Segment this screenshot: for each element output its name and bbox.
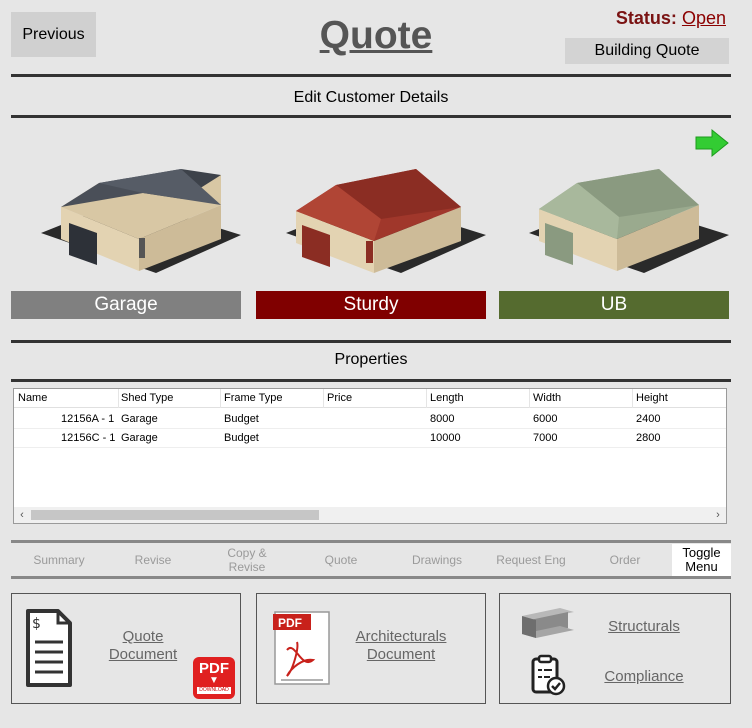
table-row[interactable]: 12156A - 1 Garage Budget 8000 6000 2400: [14, 410, 726, 429]
architecturals-line2: Document: [366, 646, 436, 663]
architecturals-line1: Architecturals: [355, 628, 447, 645]
nav-quote[interactable]: Quote: [300, 544, 382, 576]
column-header-name[interactable]: Name: [18, 392, 47, 404]
toggle-menu-line1: Toggle: [682, 545, 721, 560]
cell-shed-type: Garage: [121, 413, 158, 425]
column-header-length[interactable]: Length: [430, 392, 464, 404]
cell-height: 2800: [636, 432, 661, 444]
column-header-frame-type[interactable]: Frame Type: [224, 392, 283, 404]
properties-table[interactable]: Name Shed Type Frame Type Price Length W…: [13, 388, 727, 524]
nav-drawings[interactable]: Drawings: [396, 544, 478, 576]
page-title: Quote: [319, 14, 433, 57]
cell-length: 8000: [430, 413, 455, 425]
properties-heading: Properties: [334, 351, 408, 368]
cell-width: 6000: [533, 413, 558, 425]
column-header-width[interactable]: Width: [533, 392, 561, 404]
cell-height: 2400: [636, 413, 661, 425]
download-label: DOWNLOAD: [197, 687, 231, 694]
cell-name: 12156C - 1: [61, 432, 116, 444]
garage-shed-image: [41, 169, 241, 273]
scrollbar-thumb[interactable]: [31, 510, 319, 520]
nav-divider: [11, 540, 731, 543]
nav-copy-revise-line2: Revise: [228, 560, 266, 574]
pdf-download-icon[interactable]: PDF ▼ DOWNLOAD: [193, 657, 235, 699]
scroll-left-icon[interactable]: ‹: [14, 507, 30, 523]
divider: [11, 115, 731, 118]
cell-shed-type: Garage: [121, 432, 158, 444]
horizontal-scrollbar[interactable]: ‹ ›: [14, 507, 726, 523]
pdf-document-icon: PDF: [273, 611, 330, 685]
column-header-price[interactable]: Price: [327, 392, 352, 404]
toggle-menu-button[interactable]: Toggle Menu: [672, 544, 731, 576]
shed-label-ub: UB: [499, 291, 729, 319]
down-arrow-icon: ▼: [209, 675, 219, 686]
quote-document-panel: $ Quote Document PDF ▼ DOWNLOAD: [11, 593, 241, 704]
cell-frame-type: Budget: [224, 413, 259, 425]
table-header-row: Name Shed Type Frame Type Price Length W…: [14, 389, 726, 408]
nav-divider: [11, 576, 731, 579]
shed-label-sturdy: Sturdy: [256, 291, 486, 319]
quote-document-line1: Quote: [122, 628, 164, 645]
cell-width: 7000: [533, 432, 558, 444]
steel-beam-icon: [522, 608, 574, 638]
nav-copy-revise[interactable]: Copy & Revise: [206, 544, 288, 576]
quote-document-link[interactable]: Quote Document: [108, 628, 178, 664]
toggle-menu-line2: Menu: [685, 559, 718, 574]
status-label: Status:: [615, 8, 677, 28]
previous-button[interactable]: Previous: [11, 12, 96, 57]
nav-summary[interactable]: Summary: [18, 544, 100, 576]
nav-request-eng[interactable]: Request Eng: [488, 544, 574, 576]
divider: [11, 74, 731, 77]
quote-document-line2: Document: [108, 646, 178, 663]
cell-frame-type: Budget: [224, 432, 259, 444]
svg-text:$: $: [32, 616, 41, 632]
svg-text:PDF: PDF: [278, 616, 302, 630]
document-icon: $: [26, 609, 72, 687]
building-quote-button[interactable]: Building Quote: [565, 38, 729, 64]
status-indicator: Status: Open: [616, 8, 726, 29]
table-row[interactable]: 12156C - 1 Garage Budget 10000 7000 2800: [14, 429, 726, 448]
nav-copy-revise-line1: Copy &: [227, 546, 267, 560]
architecturals-panel: PDF Architecturals Document: [256, 593, 486, 704]
divider: [11, 379, 731, 382]
cell-name: 12156A - 1: [61, 413, 115, 425]
edit-customer-details-link[interactable]: Edit Customer Details: [11, 89, 731, 107]
divider: [11, 340, 731, 343]
structurals-link[interactable]: Structurals: [600, 618, 688, 636]
column-header-height[interactable]: Height: [636, 392, 668, 404]
compliance-link[interactable]: Compliance: [600, 668, 688, 686]
status-value[interactable]: Open: [682, 8, 726, 28]
compliance-clipboard-icon: [531, 654, 566, 696]
column-header-shed-type[interactable]: Shed Type: [121, 392, 173, 404]
ub-shed-image: [529, 169, 729, 273]
nav-order[interactable]: Order: [584, 544, 666, 576]
cell-length: 10000: [430, 432, 461, 444]
scroll-right-icon[interactable]: ›: [710, 507, 726, 523]
nav-revise[interactable]: Revise: [112, 544, 194, 576]
sturdy-shed-image: [286, 169, 486, 273]
shed-label-garage: Garage: [11, 291, 241, 319]
architecturals-document-link[interactable]: Architecturals Document: [353, 628, 449, 664]
engineering-panel: Structurals Compliance: [499, 593, 731, 704]
